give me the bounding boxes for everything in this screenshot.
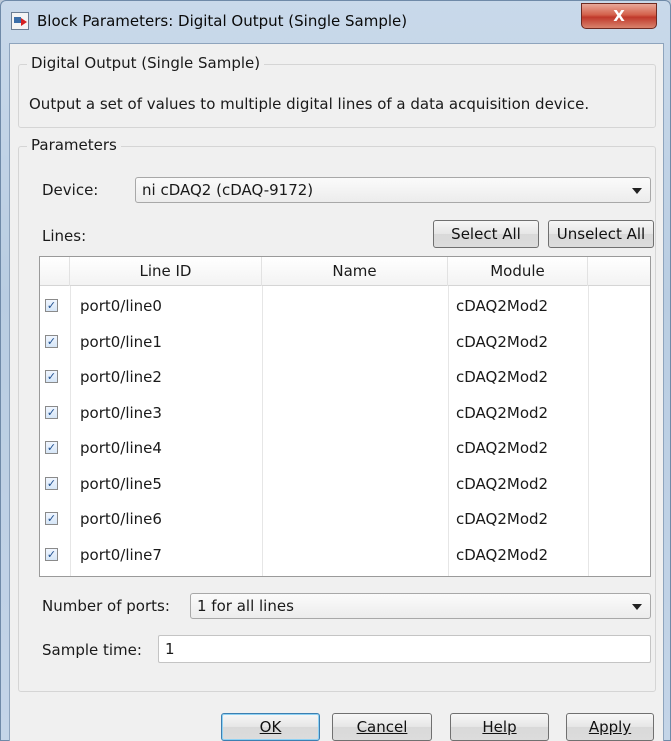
line-id-cell: port0/line7 [80,545,162,564]
row-checkbox[interactable]: ✓ [45,334,58,348]
simulink-block-icon [11,12,29,30]
unselect-all-button[interactable]: Unselect All [548,220,654,248]
row-checkbox[interactable]: ✓ [45,405,58,419]
module-cell: cDAQ2Mod2 [456,297,549,315]
window-title: Block Parameters: Digital Output (Single… [37,12,408,30]
close-button[interactable]: X [581,3,657,29]
row-checkbox[interactable]: ✓ [45,512,58,525]
column-header-module[interactable]: Module [448,257,588,286]
lines-label: Lines: [42,227,87,245]
line-id-cell: port0/line3 [80,403,162,422]
sample-time-input[interactable]: 1 [158,635,651,663]
module-cell: cDAQ2Mod2 [456,332,549,351]
select-all-button[interactable]: Select All [433,220,539,248]
ports-label: Number of ports: [42,597,170,615]
table-row[interactable]: ✓ port0/line5 cDAQ2Mod2 [40,467,650,502]
table-row[interactable]: ✓ port0/line1 cDAQ2Mod2 [40,325,650,360]
row-checkbox[interactable]: ✓ [45,299,58,312]
line-id-cell: port0/line5 [80,474,162,493]
cancel-label: Cancel [356,718,408,736]
ports-dropdown-value: 1 for all lines [197,597,294,615]
device-label: Device: [42,181,99,199]
cancel-button[interactable]: Cancel [332,713,432,741]
table-row[interactable]: ✓ port0/line7 cDAQ2Mod2 [40,538,650,573]
help-button[interactable]: Help [450,713,549,741]
description-text: Output a set of values to multiple digit… [29,95,590,113]
description-group-title: Digital Output (Single Sample) [27,54,265,72]
table-row[interactable]: ✓ port0/line4 cDAQ2Mod2 [40,431,650,466]
description-group: Digital Output (Single Sample) Output a … [18,54,656,128]
dropdown-arrow-icon [632,188,642,194]
row-checkbox[interactable]: ✓ [45,370,58,383]
device-dropdown-value: ni cDAQ2 (cDAQ-9172) [142,181,314,199]
apply-button[interactable]: Apply [566,713,654,741]
dialog-window: Block Parameters: Digital Output (Single… [0,0,671,741]
module-cell: cDAQ2Mod2 [456,368,549,386]
line-id-cell: port0/line4 [80,439,162,457]
sample-time-value: 1 [165,640,175,658]
sample-time-label: Sample time: [42,641,142,659]
line-id-cell: port0/line1 [80,332,162,351]
ok-label: OK [259,718,282,736]
module-cell: cDAQ2Mod2 [456,403,549,422]
table-row[interactable]: ✓ port0/line0 cDAQ2Mod2 [40,289,650,324]
column-header-name[interactable]: Name [262,257,448,286]
column-header-line-id[interactable]: Line ID [70,257,262,286]
help-label: Help [482,718,517,736]
dialog-body: Digital Output (Single Sample) Output a … [9,43,664,741]
module-cell: cDAQ2Mod2 [456,510,549,528]
title-bar[interactable]: Block Parameters: Digital Output (Single… [1,1,670,43]
device-dropdown[interactable]: ni cDAQ2 (cDAQ-9172) [135,177,651,203]
table-row[interactable]: ✓ port0/line6 cDAQ2Mod2 [40,502,650,537]
row-checkbox[interactable]: ✓ [45,476,58,490]
row-checkbox[interactable]: ✓ [45,547,58,561]
module-cell: cDAQ2Mod2 [456,474,549,493]
table-row[interactable]: ✓ port0/line3 cDAQ2Mod2 [40,396,650,431]
parameters-group-title: Parameters [27,136,121,154]
ports-dropdown[interactable]: 1 for all lines [190,593,651,619]
module-cell: cDAQ2Mod2 [456,545,549,564]
line-id-cell: port0/line6 [80,510,162,528]
module-cell: cDAQ2Mod2 [456,439,549,457]
column-header-checkbox [40,257,70,286]
line-id-cell: port0/line2 [80,368,162,386]
table-header: Line ID Name Module [40,257,650,286]
dropdown-arrow-icon [632,604,642,610]
apply-label: Apply [588,718,632,736]
line-id-cell: port0/line0 [80,297,162,315]
table-row[interactable]: ✓ port0/line2 cDAQ2Mod2 [40,360,650,395]
row-checkbox[interactable]: ✓ [45,441,58,454]
ok-button[interactable]: OK [221,713,320,741]
lines-table: Line ID Name Module ✓ port0/line0 cDAQ2Mod… [39,256,651,577]
